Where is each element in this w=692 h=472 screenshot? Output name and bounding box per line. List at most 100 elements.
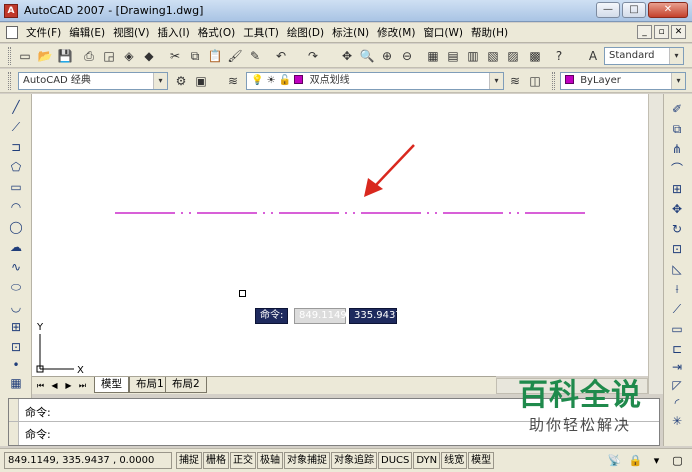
toolbar-grip[interactable] bbox=[8, 47, 11, 65]
new-icon[interactable]: ▭ bbox=[16, 47, 34, 65]
my-workspace-icon[interactable]: ▣ bbox=[192, 72, 210, 90]
pan-icon[interactable]: ✥ bbox=[338, 47, 356, 65]
tray-menu-icon[interactable]: ▾ bbox=[648, 452, 665, 469]
doc-close-button[interactable]: ✕ bbox=[671, 25, 686, 39]
stretch-icon[interactable]: ◺ bbox=[668, 260, 686, 278]
text-style-icon[interactable]: A bbox=[584, 47, 602, 65]
drawing-canvas[interactable]: Y X 命令: 849.1149 335.9437 bbox=[32, 94, 648, 376]
help-icon[interactable]: ? bbox=[550, 47, 568, 65]
mirror-icon[interactable]: ⋔ bbox=[668, 140, 686, 158]
command-input-line[interactable]: 命令: bbox=[25, 426, 51, 442]
workspace-settings-icon[interactable]: ⚙ bbox=[172, 72, 190, 90]
make-current-layer-icon[interactable]: ≋ bbox=[506, 72, 524, 90]
explode-icon[interactable]: ✳ bbox=[668, 412, 686, 430]
ellipse-arc-icon[interactable]: ◡ bbox=[7, 298, 25, 316]
dynamic-input-y-field[interactable]: 335.9437 bbox=[349, 308, 402, 324]
toggle-otrack[interactable]: 对象追踪 bbox=[331, 452, 377, 469]
break-at-point-icon[interactable]: ▭ bbox=[668, 320, 686, 338]
menu-format[interactable]: 格式(O) bbox=[194, 26, 239, 40]
move-icon[interactable]: ✥ bbox=[668, 200, 686, 218]
chamfer-icon[interactable]: ◸ bbox=[668, 376, 686, 394]
menu-file[interactable]: 文件(F) bbox=[22, 26, 65, 40]
design-center-icon[interactable]: ▤ bbox=[444, 47, 462, 65]
scale-icon[interactable]: ⊡ bbox=[668, 240, 686, 258]
menu-tools[interactable]: 工具(T) bbox=[239, 26, 283, 40]
copy-object-icon[interactable]: ⧉ bbox=[668, 120, 686, 138]
maximize-button[interactable]: □ bbox=[622, 2, 646, 18]
toggle-ortho[interactable]: 正交 bbox=[230, 452, 256, 469]
revision-cloud-icon[interactable]: ☁ bbox=[7, 238, 25, 256]
match-properties-icon[interactable]: 🖌 bbox=[226, 47, 244, 65]
point-icon[interactable]: • bbox=[7, 356, 25, 374]
polyline-icon[interactable]: ⊐ bbox=[7, 138, 25, 156]
chevron-down-icon[interactable]: ▾ bbox=[489, 73, 503, 89]
paste-icon[interactable]: 📋 bbox=[206, 47, 224, 65]
chevron-down-icon[interactable]: ▾ bbox=[669, 48, 683, 64]
tool-palettes-icon[interactable]: ▥ bbox=[464, 47, 482, 65]
menu-help[interactable]: 帮助(H) bbox=[467, 26, 512, 40]
block-editor-icon[interactable]: ✎ bbox=[246, 47, 264, 65]
rectangle-icon[interactable]: ▭ bbox=[7, 178, 25, 196]
toggle-ducs[interactable]: DUCS bbox=[378, 452, 413, 469]
menu-dimension[interactable]: 标注(N) bbox=[328, 26, 373, 40]
spline-icon[interactable]: ∿ bbox=[7, 258, 25, 276]
toggle-polar[interactable]: 极轴 bbox=[257, 452, 283, 469]
dynamic-input-x-field[interactable]: 849.1149 bbox=[294, 308, 347, 324]
toggle-snap[interactable]: 捕捉 bbox=[176, 452, 202, 469]
toggle-grid[interactable]: 栅格 bbox=[203, 452, 229, 469]
coordinate-display[interactable]: 849.1149, 335.9437 , 0.0000 bbox=[4, 452, 172, 469]
insert-block-icon[interactable]: ⊞ bbox=[7, 318, 25, 336]
cut-icon[interactable]: ✂ bbox=[166, 47, 184, 65]
command-window-grip[interactable] bbox=[9, 399, 19, 445]
publish-icon[interactable]: ◈ bbox=[120, 47, 138, 65]
join-icon[interactable]: ⇥ bbox=[668, 358, 686, 376]
minimize-button[interactable]: — bbox=[596, 2, 620, 18]
3d-dwf-icon[interactable]: ◆ bbox=[140, 47, 158, 65]
trim-icon[interactable]: ⟊ bbox=[668, 280, 686, 298]
redo-icon[interactable]: ↷ bbox=[304, 47, 322, 65]
hatch-icon[interactable]: ▦ bbox=[7, 374, 25, 392]
copy-icon[interactable]: ⧉ bbox=[186, 47, 204, 65]
zoom-previous-icon[interactable]: ⊖ bbox=[398, 47, 416, 65]
layer-combo[interactable]: 💡 ☀ 🔓 双点划线 ▾ bbox=[246, 72, 504, 90]
construction-line-icon[interactable]: ⟋ bbox=[7, 118, 25, 136]
properties-icon[interactable]: ▦ bbox=[424, 47, 442, 65]
menu-draw[interactable]: 绘图(D) bbox=[283, 26, 328, 40]
line-icon[interactable]: ╱ bbox=[7, 98, 25, 116]
sheet-set-icon[interactable]: ▧ bbox=[484, 47, 502, 65]
save-icon[interactable]: 💾 bbox=[56, 47, 74, 65]
communication-center-icon[interactable]: 📡 bbox=[606, 452, 623, 469]
arc-icon[interactable]: ◠ bbox=[7, 198, 25, 216]
circle-icon[interactable]: ◯ bbox=[7, 218, 25, 236]
tab-model[interactable]: 模型 bbox=[94, 377, 129, 393]
toolbar-grip[interactable] bbox=[8, 72, 11, 90]
first-tab-icon[interactable]: ⏮ bbox=[34, 379, 47, 392]
command-window[interactable]: 命令: 命令: bbox=[8, 398, 660, 446]
markup-icon[interactable]: ▨ bbox=[504, 47, 522, 65]
menu-insert[interactable]: 插入(I) bbox=[153, 26, 193, 40]
close-button[interactable]: ✕ bbox=[648, 2, 688, 18]
tab-layout2[interactable]: 布局2 bbox=[165, 377, 207, 393]
doc-minimize-button[interactable]: _ bbox=[637, 25, 652, 39]
document-icon[interactable] bbox=[6, 26, 18, 39]
menu-view[interactable]: 视图(V) bbox=[109, 26, 153, 40]
ellipse-icon[interactable]: ⬭ bbox=[7, 278, 25, 296]
print-icon[interactable]: ⎙ bbox=[80, 47, 98, 65]
erase-icon[interactable]: ✐ bbox=[668, 100, 686, 118]
previous-tab-icon[interactable]: ◀ bbox=[48, 379, 61, 392]
text-style-combo[interactable]: Standard ▾ bbox=[604, 47, 684, 65]
toggle-lineweight[interactable]: 线宽 bbox=[441, 452, 468, 469]
make-block-icon[interactable]: ⊡ bbox=[7, 338, 25, 356]
doc-restore-button[interactable]: ▫ bbox=[654, 25, 669, 39]
toggle-model[interactable]: 模型 bbox=[468, 452, 495, 469]
extend-icon[interactable]: ⟋ bbox=[668, 300, 686, 318]
horizontal-scrollbar[interactable] bbox=[496, 378, 648, 394]
autocad-app-icon[interactable]: A bbox=[4, 4, 18, 18]
toolbar-grip[interactable] bbox=[552, 72, 555, 90]
zoom-realtime-icon[interactable]: 🔍 bbox=[358, 47, 376, 65]
chevron-down-icon[interactable]: ▾ bbox=[671, 73, 685, 89]
layer-manager-icon[interactable]: ≋ bbox=[224, 72, 242, 90]
toolbar-lock-icon[interactable]: 🔒 bbox=[627, 452, 644, 469]
array-icon[interactable]: ⊞ bbox=[668, 180, 686, 198]
color-combo[interactable]: ByLayer ▾ bbox=[560, 72, 686, 90]
